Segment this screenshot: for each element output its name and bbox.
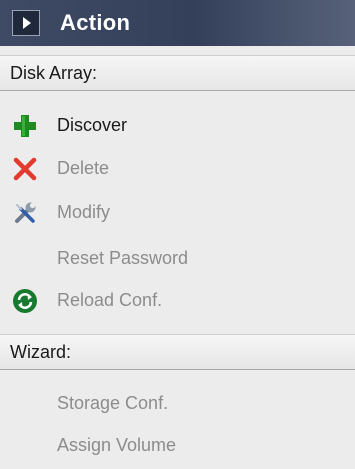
collapse-toggle-button[interactable] bbox=[12, 10, 40, 36]
reload-arrows-icon bbox=[13, 289, 37, 313]
section-header-wizard: Wizard: bbox=[0, 334, 355, 370]
delete-item[interactable]: Delete bbox=[0, 148, 355, 188]
reset-password-item[interactable]: Reset Password bbox=[0, 238, 355, 278]
plus-icon bbox=[14, 115, 36, 137]
panel-title: Action bbox=[60, 10, 131, 35]
wrench-screwdriver-icon bbox=[15, 202, 36, 223]
reload-conf-item[interactable]: Reload Conf. bbox=[0, 280, 355, 320]
modify-label: Modify bbox=[57, 201, 111, 222]
reset-password-label: Reset Password bbox=[57, 247, 189, 268]
storage-conf-label: Storage Conf. bbox=[57, 392, 169, 413]
x-icon bbox=[13, 157, 37, 181]
delete-label: Delete bbox=[57, 157, 110, 178]
storage-conf-item[interactable]: Storage Conf. bbox=[0, 383, 355, 423]
panel-title-bar: Action bbox=[0, 0, 355, 46]
modify-item[interactable]: Modify bbox=[0, 192, 355, 232]
reload-conf-label: Reload Conf. bbox=[57, 289, 163, 310]
discover-label: Discover bbox=[57, 114, 128, 135]
discover-item[interactable]: Discover bbox=[0, 105, 355, 145]
section-header-disk-array: Disk Array: bbox=[0, 55, 355, 91]
assign-volume-label: Assign Volume bbox=[57, 434, 177, 455]
action-panel: Action Disk Array: Discover Delete Modif… bbox=[0, 0, 355, 469]
play-triangle-icon bbox=[23, 17, 31, 29]
assign-volume-item[interactable]: Assign Volume bbox=[0, 425, 355, 465]
